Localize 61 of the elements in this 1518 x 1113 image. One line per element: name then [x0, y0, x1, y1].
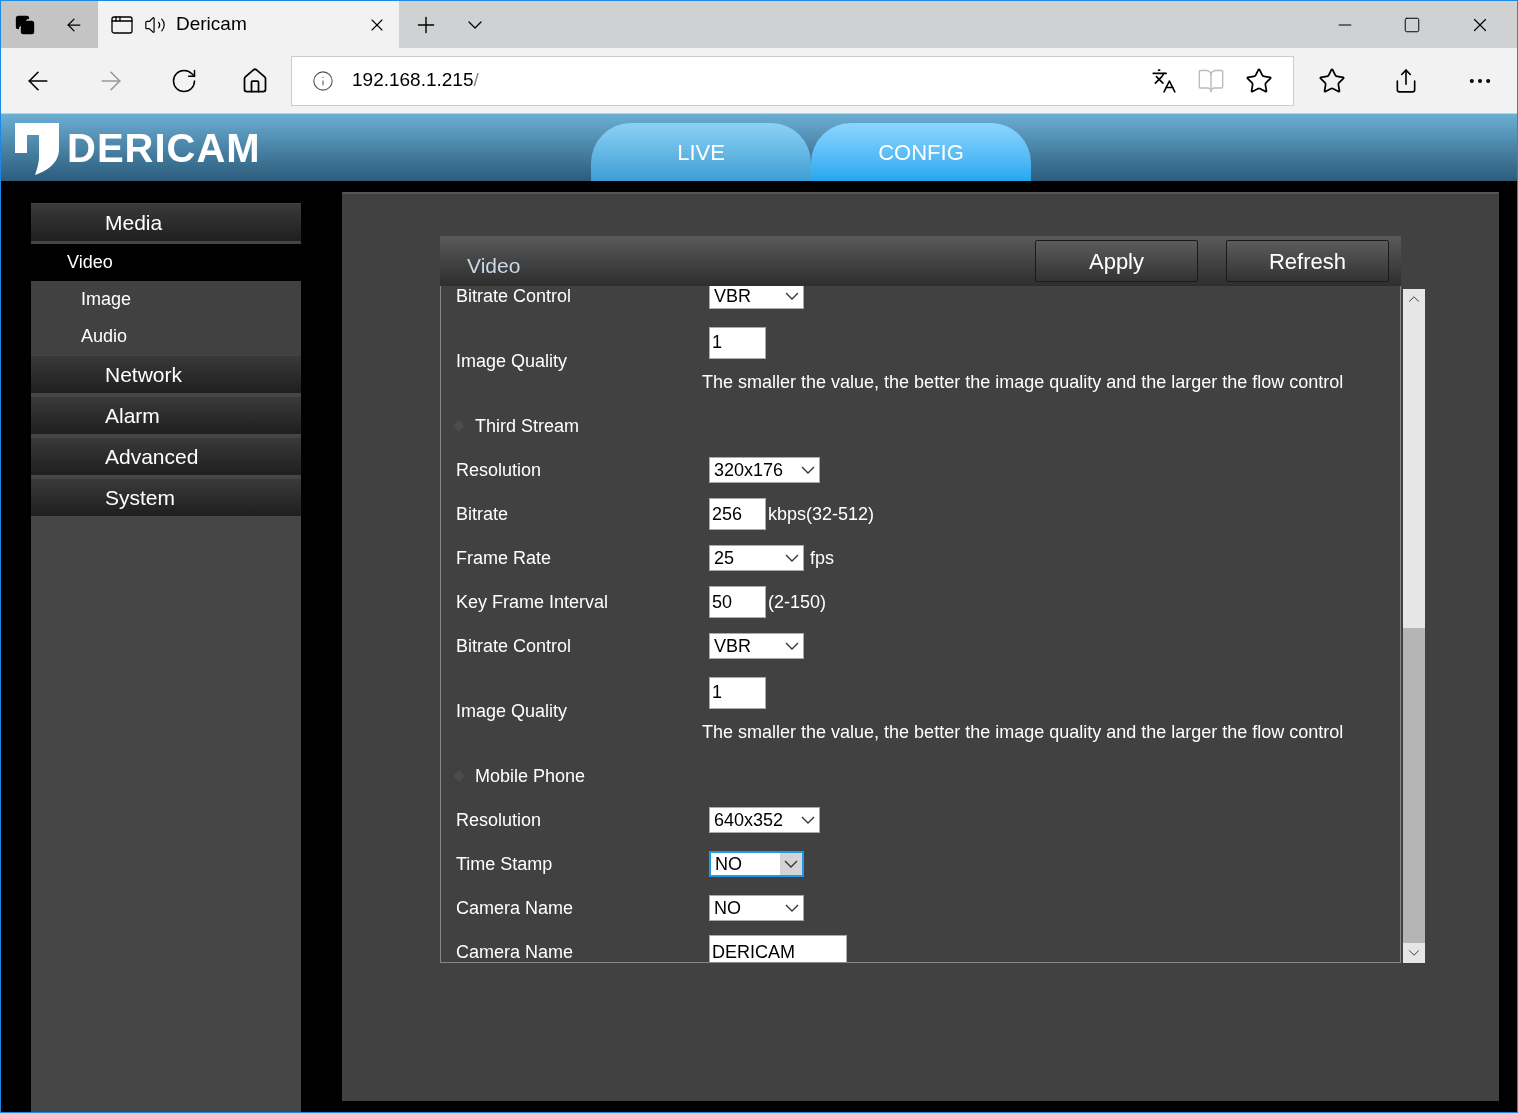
tab-set-icon[interactable]	[15, 14, 36, 35]
caret-icon	[801, 816, 816, 824]
section-title: Third Stream	[475, 414, 580, 438]
select-field[interactable]: 25	[709, 545, 804, 571]
select-field[interactable]: VBR	[709, 633, 804, 659]
menu-item[interactable]: Image	[31, 281, 301, 318]
address-bar[interactable]: 192.168.1.215/	[291, 55, 1294, 106]
field-label: Bitrate Control	[456, 634, 573, 658]
translate-icon[interactable]	[1151, 67, 1177, 94]
input-field[interactable]: DERICAM	[709, 935, 847, 962]
input-field[interactable]: 1	[709, 326, 766, 359]
favorites-icon[interactable]	[1317, 66, 1346, 95]
scroll-thumb[interactable]	[1403, 628, 1425, 943]
field-label: Camera Name	[456, 940, 575, 962]
menu-header[interactable]: Network	[31, 355, 301, 393]
section-title: Mobile Phone	[475, 764, 586, 788]
caret-icon	[784, 860, 798, 868]
shield-logo-icon	[13, 120, 61, 175]
input-field[interactable]: 1	[709, 676, 766, 709]
field-label: Image Quality	[456, 349, 569, 373]
maximize-icon[interactable]	[1403, 15, 1421, 34]
range-label: kbps(32-512)	[768, 502, 875, 526]
caret-icon	[801, 466, 816, 474]
caret-icon	[785, 292, 799, 300]
hint-text: The smaller the value, the better the image quality and the larger the flow control	[702, 720, 1344, 744]
field-label: Frame Rate	[456, 546, 553, 570]
action-button[interactable]: Refresh	[1226, 240, 1389, 282]
input-field[interactable]: 256	[709, 498, 766, 530]
input-field[interactable]: 50	[709, 586, 766, 618]
menu-header[interactable]: Alarm	[31, 396, 301, 434]
caret-icon	[785, 554, 799, 562]
hint-text: The smaller the value, the better the image quality and the larger the flow control	[702, 370, 1344, 394]
action-button[interactable]: Apply	[1035, 240, 1198, 282]
unit-label: fps	[810, 546, 834, 570]
range-label: (2-150)	[768, 590, 827, 614]
select-field[interactable]: NO	[709, 895, 804, 921]
menu-header[interactable]: Media	[31, 203, 301, 241]
field-label: Bitrate	[456, 502, 510, 526]
field-label: Key Frame Interval	[456, 590, 610, 614]
menu-item[interactable]: Video	[31, 244, 301, 281]
field-label: Camera Name	[456, 896, 575, 920]
select-field[interactable]: 640x352	[709, 807, 821, 833]
browser-tab[interactable]: Dericam	[98, 1, 399, 48]
select-field[interactable]: 320x176	[709, 457, 821, 483]
caret-icon	[785, 904, 799, 912]
field-label: Image Quality	[456, 699, 569, 723]
info-icon	[312, 69, 334, 92]
brand-logo: DERICAM	[67, 124, 261, 172]
field-label: Bitrate Control	[456, 286, 573, 308]
menu-header[interactable]: Advanced	[31, 437, 301, 475]
caret-icon	[785, 642, 799, 650]
field-label: Time Stamp	[456, 852, 554, 876]
field-label: Resolution	[456, 808, 543, 832]
field-label: Resolution	[456, 458, 543, 482]
menu-item[interactable]: Audio	[31, 318, 301, 355]
select-field[interactable]: NO	[709, 851, 804, 877]
select-field[interactable]: VBR	[709, 286, 804, 309]
menu-header[interactable]: System	[31, 478, 301, 516]
panel-title: Video	[467, 253, 521, 280]
star-icon[interactable]	[1245, 66, 1273, 95]
scrollbar[interactable]	[1403, 289, 1425, 963]
